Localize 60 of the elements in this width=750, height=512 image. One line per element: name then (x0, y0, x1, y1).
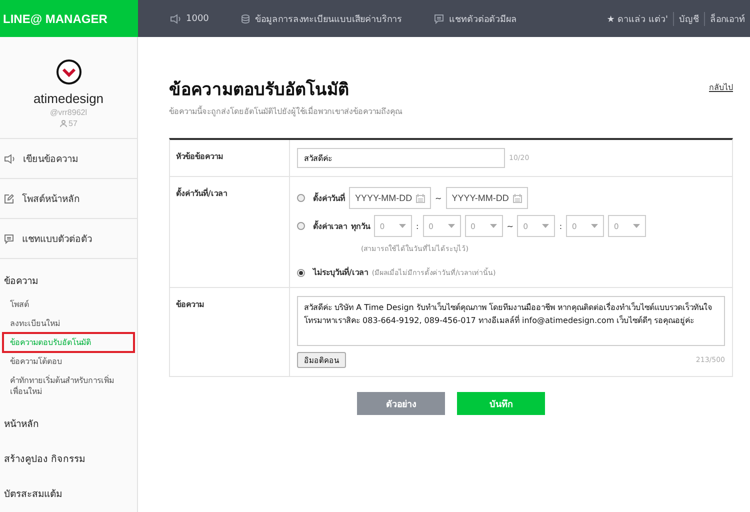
database-icon (240, 14, 250, 24)
field-label: ข้อความ (170, 288, 290, 377)
caret-icon (591, 224, 598, 228)
header-link[interactable]: 1000 (170, 14, 209, 24)
section-title[interactable]: ข้อความ (0, 259, 137, 294)
sidebar-item[interactable]: แชทแบบตัวต่อตัว (0, 219, 137, 259)
header-link[interactable]: ข้อมูลการลงทะเบียนแบบเสียค่าบริการ (240, 12, 402, 26)
option-label: ตั้งค่าวันที่ (313, 192, 345, 204)
caret-icon (542, 224, 550, 228)
section-title[interactable]: สร้างคูปอง กิจกรรม (0, 437, 137, 472)
header-link[interactable]: ล็อกเอาท์ (704, 12, 750, 26)
colon-text: : (559, 222, 562, 230)
message-field[interactable]: สวัสดีค่ะ บริษัท A Time Design รับทำเว็บไซต์คุณภาพ โดยทีมงานมืออาชีพ หากคุณติดต่อเรื่องทำเว็บไซต์แบบรวดเร็วทันใจ โทรมาหาเราสิคะ 083-664-9192, 089-456-017 ทางอีเมลล์ที่ info@atimedesign.com เว็บไซต์ดีๆ รอคุณอยู่ค่ะ (297, 296, 725, 346)
speaker-icon (4, 154, 15, 164)
section-title[interactable]: หน้าหลัก (0, 402, 137, 437)
option-label: ไม่ระบุวันที่/เวลา (313, 266, 368, 279)
caret-icon (448, 224, 455, 228)
sidebar-item[interactable]: เขียนข้อความ (0, 139, 137, 179)
edit-icon (4, 194, 14, 204)
caret-icon (633, 224, 640, 228)
header-link-text: แชทตัวต่อตัวมีผล (448, 14, 517, 26)
radio-button[interactable] (297, 194, 305, 202)
tilde-text: ~ (506, 222, 514, 230)
date-field[interactable]: YYYY-MM-DD (349, 187, 431, 209)
subject-field[interactable]: สวัสดีค่ะ (297, 148, 505, 168)
sidebar-item[interactable]: โพสต์หน้าหลัก (0, 179, 137, 219)
field-label: ตั้งค่าวันที่/เวลา (170, 177, 290, 288)
sidebar-subitem[interactable]: ข้อความโต้ตอบ (4, 353, 133, 370)
page-subtitle: ข้อความนี้จะถูกส่งโดยอัตโนมัติไปยังผู้ใช้เมื่อพวกเขาส่งข้อความถึงคุณ (169, 105, 404, 118)
caret-icon (399, 224, 406, 228)
page-title: ข้อความตอบรับอัตโนมัติ (169, 78, 349, 102)
date-field[interactable]: YYYY-MM-DD (446, 187, 528, 209)
radio-button[interactable] (297, 222, 305, 230)
chat-icon (434, 14, 444, 24)
sidebar-subitem[interactable]: ลงทะเบียนใหม่ (4, 315, 133, 332)
header-link[interactable]: บัญชี (673, 12, 704, 26)
tilde-text: ~ (435, 194, 442, 202)
sidebar-subitem[interactable]: คำทักทายเริ่มต้นสำหรับการเพิ่มเพื่อนใหม่ (4, 372, 133, 400)
account-id: @vrr8962l (50, 108, 88, 117)
every-day-label: ทุกวัน (351, 220, 370, 232)
calendar-icon (416, 194, 425, 202)
section-title[interactable]: บัตรสะสมแต้ม (0, 472, 137, 507)
header-link[interactable]: แชทตัวต่อตัวมีผล (434, 12, 517, 26)
field-label: หัวข้อข้อความ (170, 140, 290, 177)
chat-icon (4, 234, 14, 244)
avatar-icon (56, 59, 82, 85)
header-link-text: 1000 (186, 14, 209, 24)
calendar-icon (512, 194, 522, 202)
radio-button[interactable] (297, 268, 305, 276)
caret-icon (490, 224, 497, 228)
header-link-text: ข้อมูลการลงทะเบียนแบบเสียค่าบริการ (254, 14, 402, 26)
speaker-icon (170, 14, 181, 24)
sidebar-subitem[interactable]: โพสต์ (4, 296, 133, 313)
follower-count: 57 (60, 119, 78, 128)
back-link[interactable]: กลับไป (709, 81, 733, 94)
account-name: atimedesign (33, 91, 104, 106)
header-link[interactable]: ★ ดาแล่ว แต่ว' (602, 12, 673, 26)
colon-text: : (416, 222, 419, 230)
person-icon (60, 120, 67, 127)
option-label: ตั้งค่าเวลา (313, 220, 347, 232)
